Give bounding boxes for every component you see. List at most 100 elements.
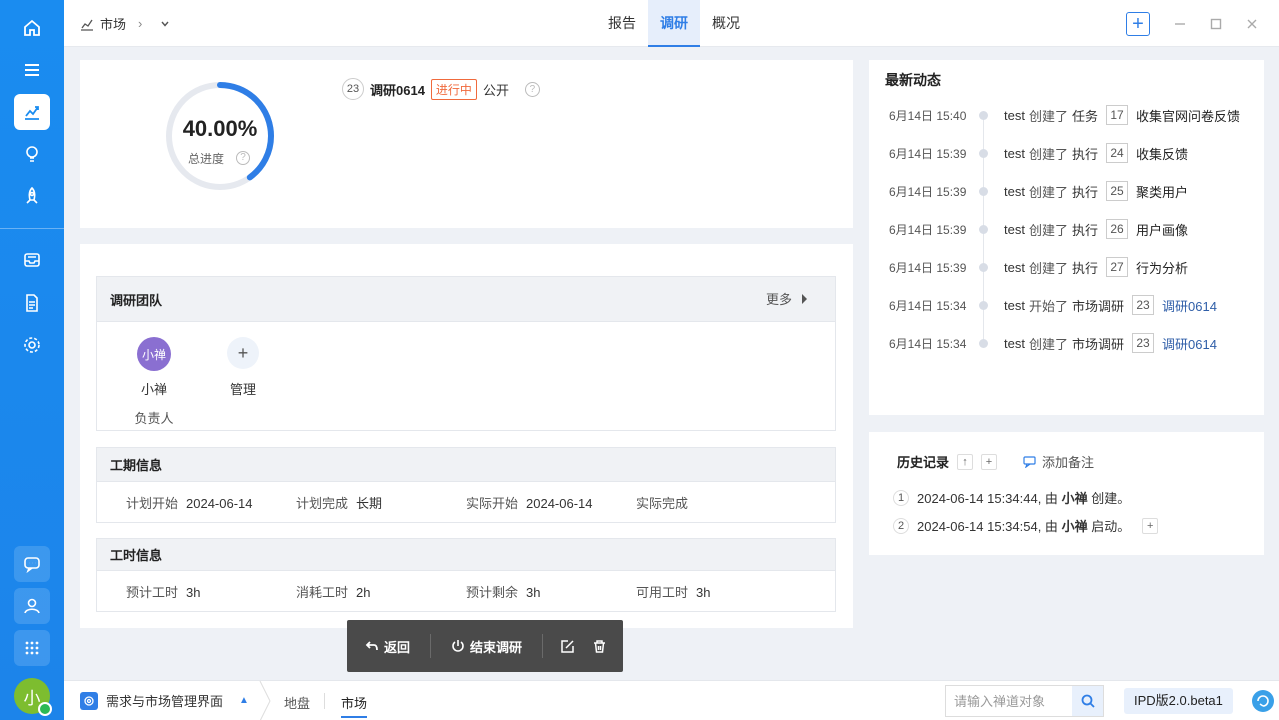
activity-object-link[interactable]: 调研0614 [1162, 296, 1217, 315]
rocket-icon[interactable] [14, 178, 50, 214]
back-button[interactable]: 返回 [365, 637, 410, 656]
undo-icon [365, 641, 378, 651]
activity-text: test 创建了 执行 26 用户画像 [1004, 219, 1188, 239]
tab-report[interactable]: 报告 [596, 0, 648, 47]
footer-crumb-market[interactable]: 市场 [341, 693, 368, 718]
member-role: 负责人 [134, 411, 174, 426]
user-icon[interactable] [14, 588, 50, 624]
timeline-dot [979, 148, 988, 158]
top-bar: 市场 › 报告 调研 概况 + [64, 0, 1279, 47]
timeline-dot [979, 300, 988, 310]
add-note-button[interactable]: 添加备注 [1023, 452, 1094, 471]
tab-research[interactable]: 调研 [648, 0, 700, 47]
activity-text: test 创建了 执行 27 行为分析 [1004, 257, 1188, 277]
activity-type: 市场调研 [1071, 336, 1124, 352]
timeline-dot [979, 262, 988, 272]
create-button[interactable]: + [1126, 12, 1150, 36]
consumed-hours: 消耗工时 2h [267, 582, 437, 601]
expand-plus-icon[interactable]: + [981, 453, 998, 470]
plan-end-label: 计划完成 [296, 495, 349, 511]
footer-divider [324, 693, 325, 709]
activity-item: 6月14日 15:39 test 创建了 执行 25 聚类用户 [869, 180, 1264, 202]
activity-object-link[interactable]: 收集反馈 [1136, 144, 1188, 163]
sort-up-icon[interactable]: ↑ [957, 453, 974, 470]
activity-object-link[interactable]: 收集官网问卷反馈 [1136, 106, 1240, 125]
manage-label: 管理 [229, 382, 256, 397]
history-entry-time: 2024-06-14 15:34:54, 由 [917, 519, 1058, 534]
search-icon[interactable] [1072, 686, 1103, 716]
available-hours: 可用工时 3h [607, 582, 777, 601]
manage-team-button[interactable]: + 管理 [223, 337, 263, 398]
activity-type: 执行 [1071, 184, 1098, 200]
history-title: 历史记录 [897, 455, 950, 470]
expand-plus-icon[interactable]: + [1142, 517, 1159, 534]
minimize-icon[interactable] [1172, 12, 1188, 36]
timeline-dot [979, 110, 988, 120]
tab-overview[interactable]: 概况 [700, 0, 752, 47]
progress-label: 总进度 [188, 152, 225, 166]
menu-icon[interactable] [14, 52, 50, 88]
schedule-section-header: 工期信息 [97, 448, 835, 482]
maximize-icon[interactable] [1208, 12, 1224, 36]
history-entry-action: 创建。 [1091, 491, 1131, 506]
research-id-badge: 23 [342, 78, 364, 100]
zentao-logo-icon[interactable] [1252, 690, 1274, 712]
activity-object-link[interactable]: 用户画像 [1136, 220, 1188, 239]
schedule-section: 工期信息 计划开始 2024-06-14 计划完成 长期 实际开始 2024-06-1… [96, 447, 836, 523]
activity-verb: 创建了 [1028, 260, 1068, 276]
inbox-icon[interactable] [14, 242, 50, 278]
activity-object-link[interactable]: 调研0614 [1162, 334, 1217, 353]
document-icon[interactable] [14, 285, 50, 321]
comment-icon [1023, 456, 1036, 468]
help-icon[interactable]: ? [524, 81, 540, 97]
history-entry: 2 2024-06-14 15:34:54, 由 小禅 启动。 + [893, 516, 1159, 535]
breadcrumb-separator [259, 681, 271, 720]
online-status-icon [38, 702, 52, 716]
plus-icon: + [227, 337, 259, 369]
activity-object-link[interactable]: 行为分析 [1136, 258, 1188, 277]
breadcrumb-market[interactable]: 市场 [100, 14, 126, 33]
chevron-right-icon: › [138, 16, 143, 31]
app-name: 需求与市场管理界面 [106, 694, 224, 709]
history-entry-user: 小禅 [1061, 491, 1088, 506]
app-icon [80, 691, 98, 710]
end-research-button[interactable]: 结束调研 [451, 637, 522, 656]
apps-grid-icon[interactable] [14, 630, 50, 666]
activity-time: 6月14日 15:39 [889, 146, 967, 161]
activity-verb: 创建了 [1028, 184, 1068, 200]
activity-panel: 最新动态 6月14日 15:40 test 创建了 任务 17 收集官网问卷反馈 6月14日… [869, 60, 1264, 415]
chat-icon[interactable] [14, 546, 50, 582]
search-input[interactable] [946, 686, 1072, 716]
footer-crumb-dashboard[interactable]: 地盘 [284, 693, 310, 712]
close-icon[interactable] [1244, 12, 1260, 36]
activity-user: test [1004, 221, 1025, 237]
user-avatar[interactable]: 小 [14, 678, 52, 716]
activity-user: test [1004, 145, 1025, 161]
action-toolbar: 返回 结束调研 [347, 620, 623, 672]
more-link[interactable]: 更多 [766, 277, 807, 322]
schedule-row: 计划开始 2024-06-14 计划完成 长期 实际开始 2024-06-14 实际完… [97, 482, 835, 522]
edit-icon[interactable] [560, 639, 575, 654]
status-badge: 进行中 [430, 78, 477, 100]
activity-object-link[interactable]: 聚类用户 [1136, 182, 1188, 201]
history-entry: 1 2024-06-14 15:34:44, 由 小禅 创建。 [893, 488, 1130, 507]
home-icon[interactable] [14, 10, 50, 46]
activity-verb: 开始了 [1028, 298, 1068, 314]
settings-icon[interactable] [14, 327, 50, 363]
history-entry-time: 2024-06-14 15:34:44, 由 [917, 491, 1058, 506]
lightbulb-icon[interactable] [14, 136, 50, 172]
activity-object-id: 25 [1106, 181, 1128, 201]
activity-user: test [1004, 335, 1025, 351]
delete-icon[interactable] [592, 639, 607, 654]
chevron-down-icon[interactable] [160, 19, 170, 29]
activity-object-id: 26 [1106, 219, 1128, 239]
market-chart-icon[interactable] [14, 94, 50, 130]
team-member[interactable]: 小禅 小禅 负责人 [129, 337, 179, 427]
breadcrumb[interactable]: 市场 › [80, 14, 170, 33]
version-badge[interactable]: IPD版2.0.beta1 [1124, 688, 1233, 714]
help-icon[interactable]: ? [236, 151, 250, 165]
plan-begin: 计划开始 2024-06-14 [97, 493, 267, 512]
app-switcher[interactable]: 需求与市场管理界面 ▲ [80, 691, 249, 710]
activity-object-id: 23 [1132, 295, 1154, 315]
market-chart-icon [81, 19, 93, 31]
